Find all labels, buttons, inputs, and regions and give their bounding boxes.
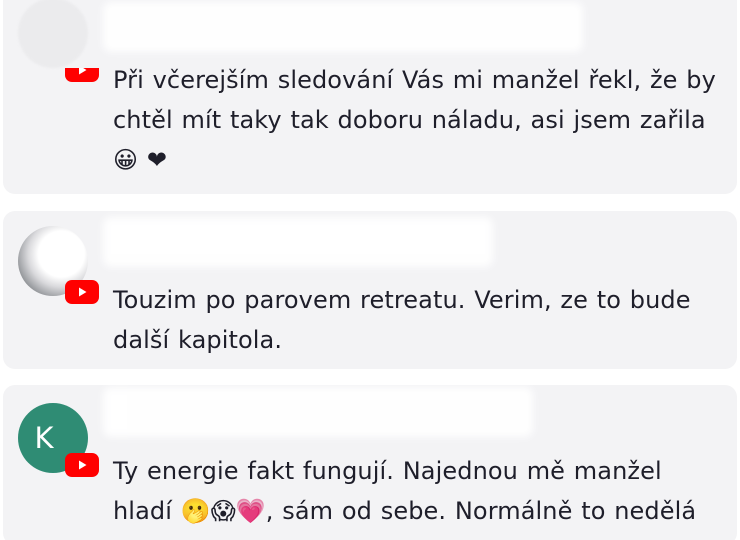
redacted-author-header [103, 2, 583, 52]
redacted-author-header [103, 217, 493, 267]
comment-text: Touzim po parovem retreatu. Verim, ze to… [113, 286, 691, 354]
comment-card: K Ty energie fakt fungují. Najednou mě m… [3, 385, 737, 540]
comment-text: Ty energie fakt fungují. Najednou mě man… [113, 457, 697, 525]
youtube-icon [65, 280, 99, 304]
avatar[interactable] [18, 0, 88, 68]
comment-card: Při včerejším sledování Vás mi manžel ře… [3, 0, 737, 194]
youtube-icon [65, 453, 99, 477]
comment-card: Touzim po parovem retreatu. Verim, ze to… [3, 211, 737, 369]
comment-text: Při včerejším sledování Vás mi manžel ře… [113, 66, 716, 174]
redacted-author-header [103, 387, 533, 437]
